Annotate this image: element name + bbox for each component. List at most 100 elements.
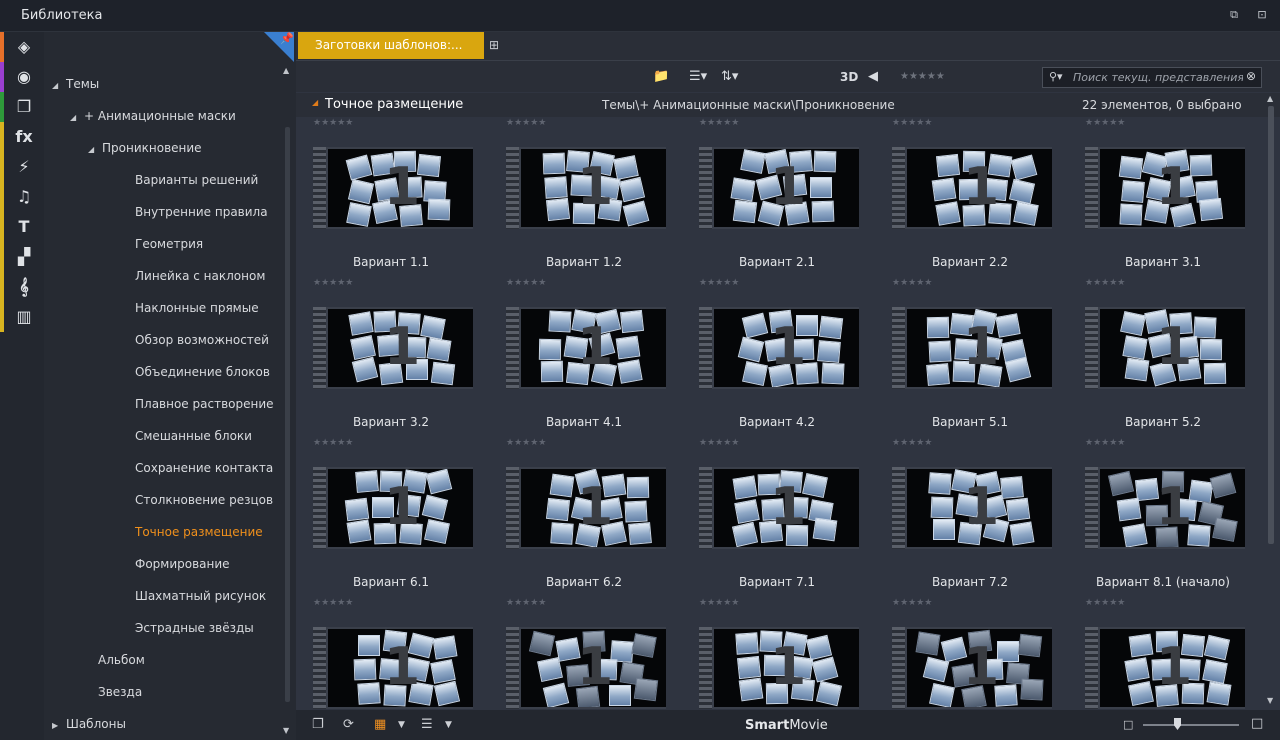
thumbnail-item[interactable]: ★★★★★ 1 Вариант 4.1 (496, 275, 672, 435)
grid-scroll-thumb[interactable] (1268, 106, 1274, 544)
expand-icon[interactable]: ◢ (88, 145, 98, 154)
collapse-icon[interactable]: ◢ (312, 98, 318, 107)
thumbnail-item[interactable]: ★★★★★ 1 (882, 595, 1058, 710)
grid-view-dropdown-icon[interactable]: ▼ (398, 720, 405, 730)
item-rating[interactable]: ★★★★★ (1085, 598, 1125, 608)
undock-icon[interactable]: ⊡ (1255, 8, 1269, 22)
search-input[interactable] (1073, 70, 1243, 85)
music-icon[interactable]: ♫ (14, 188, 34, 206)
item-rating[interactable]: ★★★★★ (506, 278, 546, 288)
thumbnail-item[interactable]: ★★★★★ 1 Вариант 1.1 (303, 117, 479, 275)
view-3d-button[interactable]: 3D (840, 70, 858, 84)
folder-icon[interactable]: 📁 (653, 69, 669, 84)
tree-item[interactable]: ▶ Шаблоны (52, 717, 126, 731)
rail-item-title[interactable]: T (0, 212, 44, 242)
effects-icon[interactable]: fx (14, 128, 34, 146)
tree-item[interactable]: Объединение блоков (121, 365, 270, 379)
item-rating[interactable]: ★★★★★ (699, 278, 739, 288)
thumbnail-item[interactable]: ★★★★★ 1 Вариант 6.1 (303, 435, 479, 595)
thumbnail-item[interactable]: ★★★★★ 1 (689, 595, 865, 710)
search-icon[interactable]: ⚲▾ (1049, 70, 1063, 83)
tag-icon[interactable]: ◀ (868, 69, 878, 84)
item-rating[interactable]: ★★★★★ (506, 438, 546, 448)
grid-view-icon[interactable]: ▦ (374, 717, 386, 732)
tree-item[interactable]: Внутренние правила (121, 205, 268, 219)
tree-item[interactable]: Геометрия (121, 237, 203, 251)
scroll-up-icon[interactable]: ▲ (1267, 94, 1273, 103)
item-rating[interactable]: ★★★★★ (1085, 278, 1125, 288)
tree-item[interactable]: ◢ + Анимационные маски (70, 109, 236, 123)
rail-item-film-reel[interactable]: ◉ (0, 62, 44, 92)
scroll-down-icon[interactable]: ▼ (1267, 696, 1273, 705)
item-rating[interactable]: ★★★★★ (1085, 118, 1125, 128)
expand-icon[interactable]: ◢ (70, 113, 80, 122)
tree-item[interactable]: Эстрадные звёзды (121, 621, 254, 635)
thumbnail-item[interactable]: ★★★★★ 1 Вариант 2.1 (689, 117, 865, 275)
item-rating[interactable]: ★★★★★ (699, 438, 739, 448)
tree-item[interactable]: Точное размещение (121, 525, 263, 539)
zoom-slider[interactable] (1143, 724, 1239, 726)
thumbnail-item[interactable]: ★★★★★ 1 Вариант 8.1 (начало) (1075, 435, 1251, 595)
item-rating[interactable]: ★★★★★ (892, 598, 932, 608)
item-rating[interactable]: ★★★★★ (892, 118, 932, 128)
tree-item[interactable]: Звезда (84, 685, 142, 699)
item-rating[interactable]: ★★★★★ (892, 278, 932, 288)
tree-item[interactable]: Шахматный рисунок (121, 589, 266, 603)
item-rating[interactable]: ★★★★★ (313, 438, 353, 448)
thumbnail-item[interactable]: ★★★★★ 1 Вариант 4.2 (689, 275, 865, 435)
rail-item-project-bin[interactable]: ◈ (0, 32, 44, 62)
expand-icon[interactable]: ◢ (52, 81, 62, 90)
thumbnail-item[interactable]: ★★★★★ 1 Вариант 6.2 (496, 435, 672, 595)
rail-item-effects[interactable]: fx (0, 122, 44, 152)
grid-scrollbar[interactable]: ▲ ▼ (1264, 92, 1278, 710)
tree-item[interactable]: Столкновение резцов (121, 493, 273, 507)
tree-item[interactable]: Варианты решений (121, 173, 258, 187)
title-icon[interactable]: T (14, 218, 34, 236)
thumbnail-item[interactable]: ★★★★★ 1 Вариант 7.1 (689, 435, 865, 595)
copy-icon[interactable]: ❐ (312, 717, 324, 732)
item-rating[interactable]: ★★★★★ (699, 118, 739, 128)
restore-icon[interactable]: ⧉ (1227, 8, 1241, 22)
item-rating[interactable]: ★★★★★ (313, 598, 353, 608)
details-view-dropdown-icon[interactable]: ▼ (445, 720, 452, 730)
tree-item[interactable]: ◢ Проникновение (88, 141, 202, 155)
expand-icon[interactable]: ▶ (52, 721, 62, 730)
tree-item[interactable]: Смешанные блоки (121, 429, 252, 443)
rating-filter[interactable]: ★★★★★ (900, 71, 945, 82)
thumbnail-item[interactable]: ★★★★★ 1 (496, 595, 672, 710)
tree-item[interactable]: Обзор возможностей (121, 333, 269, 347)
thumbnail-item[interactable]: ★★★★★ 1 Вариант 2.2 (882, 117, 1058, 275)
item-rating[interactable]: ★★★★★ (1085, 438, 1125, 448)
details-view-icon[interactable]: ☰ (421, 717, 433, 732)
scroll-down-icon[interactable]: ▼ (283, 726, 289, 735)
thumbnail-item[interactable]: ★★★★★ 1 (1075, 595, 1251, 710)
item-rating[interactable]: ★★★★★ (699, 598, 739, 608)
rail-item-transitions[interactable]: ⚡ (0, 152, 44, 182)
thumbnail-item[interactable]: ★★★★★ 1 Вариант 1.2 (496, 117, 672, 275)
list-view-icon[interactable]: ☰▾ (689, 69, 707, 84)
item-rating[interactable]: ★★★★★ (892, 438, 932, 448)
rail-item-photo-stack[interactable]: ❐ (0, 92, 44, 122)
rail-item-score[interactable]: 𝄞 (0, 272, 44, 302)
zoom-slider-knob[interactable] (1174, 718, 1181, 730)
sort-icon[interactable]: ⇅▾ (721, 69, 738, 84)
thumbnail-item[interactable]: ★★★★★ 1 Вариант 5.1 (882, 275, 1058, 435)
tree-item[interactable]: ◢ Темы (52, 77, 99, 91)
thumbnail-item[interactable]: ★★★★★ 1 Вариант 7.2 (882, 435, 1058, 595)
tab-templates[interactable]: Заготовки шаблонов:... (298, 32, 484, 59)
photo-stack-icon[interactable]: ❐ (14, 98, 34, 116)
tree-item[interactable]: Наклонные прямые (121, 301, 259, 315)
tree-item[interactable]: Формирование (121, 557, 230, 571)
tree-item[interactable]: Плавное растворение (121, 397, 274, 411)
tree-item[interactable]: Линейка с наклоном (121, 269, 265, 283)
item-rating[interactable]: ★★★★★ (506, 598, 546, 608)
small-thumb-icon[interactable]: □ (1123, 718, 1133, 731)
tree-item[interactable]: Сохранение контакта (121, 461, 273, 475)
film-reel-icon[interactable]: ◉ (14, 68, 34, 86)
item-rating[interactable]: ★★★★★ (506, 118, 546, 128)
item-rating[interactable]: ★★★★★ (313, 278, 353, 288)
thumbnail-item[interactable]: ★★★★★ 1 Вариант 5.2 (1075, 275, 1251, 435)
piano-icon[interactable]: ▥ (14, 308, 34, 326)
large-thumb-icon[interactable]: □ (1251, 716, 1263, 731)
thumbnail-item[interactable]: ★★★★★ 1 (303, 595, 479, 710)
